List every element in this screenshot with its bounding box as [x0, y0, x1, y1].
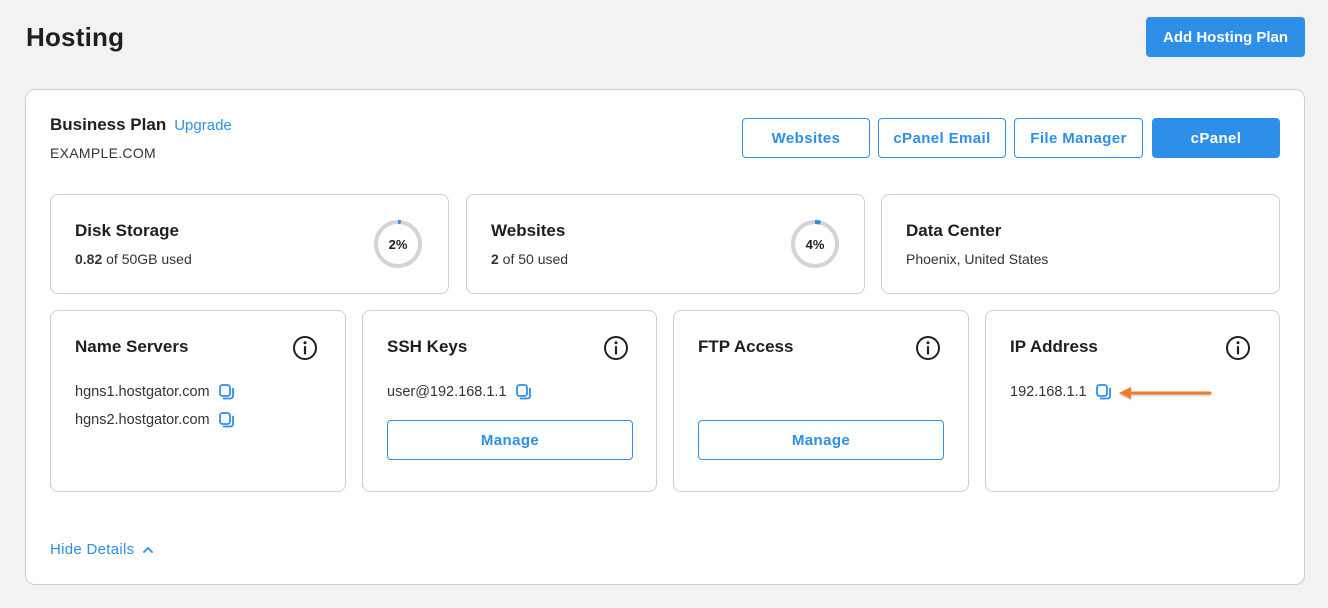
- ftp-access-title: FTP Access: [698, 337, 794, 356]
- hide-details-label: Hide Details: [50, 541, 135, 558]
- ssh-key-value: user@192.168.1.1: [387, 384, 507, 400]
- name-servers-title: Name Servers: [75, 337, 189, 356]
- websites-usage-percent: 4%: [805, 236, 825, 252]
- data-center-location: Phoenix, United States: [906, 251, 1049, 267]
- name-servers-tile: Name Servers hgns1.hostgator.com hgns2.h…: [50, 310, 346, 492]
- plan-name: Business Plan: [50, 115, 167, 134]
- plan-header: Business Plan Upgrade: [50, 115, 232, 135]
- copy-icon[interactable]: [1095, 383, 1113, 401]
- ftp-access-tile: FTP Access Manage: [673, 310, 969, 492]
- copy-icon[interactable]: [218, 411, 236, 429]
- websites-used-value: 2: [491, 251, 499, 267]
- pointer-arrow-icon: [1119, 387, 1212, 399]
- data-center-tile: Data Center Phoenix, United States: [881, 194, 1280, 294]
- disk-usage-percent: 2%: [388, 236, 408, 252]
- copy-icon[interactable]: [515, 383, 533, 401]
- ip-address-title: IP Address: [1010, 337, 1098, 356]
- cpanel-button[interactable]: cPanel: [1152, 118, 1280, 158]
- ftp-manage-button[interactable]: Manage: [698, 420, 944, 460]
- cpanel-email-button[interactable]: cPanel Email: [878, 118, 1006, 158]
- info-icon[interactable]: [292, 335, 318, 361]
- disk-used-suffix: of 50GB used: [102, 251, 192, 267]
- name-server-row: hgns2.hostgator.com: [75, 411, 236, 429]
- name-server-row: hgns1.hostgator.com: [75, 383, 236, 401]
- ssh-key-row: user@192.168.1.1: [387, 383, 533, 401]
- info-icon[interactable]: [603, 335, 629, 361]
- add-hosting-plan-button[interactable]: Add Hosting Plan: [1146, 17, 1305, 57]
- data-center-title: Data Center: [906, 221, 1002, 240]
- ssh-manage-button[interactable]: Manage: [387, 420, 633, 460]
- disk-storage-title: Disk Storage: [75, 221, 179, 240]
- ip-address-row: 192.168.1.1: [1010, 383, 1113, 401]
- hosting-plan-card: Business Plan Upgrade EXAMPLE.COM Websit…: [25, 89, 1305, 585]
- plan-domain: EXAMPLE.COM: [50, 145, 156, 161]
- hide-details-toggle[interactable]: Hide Details: [50, 541, 154, 558]
- name-server-value: hgns1.hostgator.com: [75, 384, 210, 400]
- ssh-keys-title: SSH Keys: [387, 337, 468, 356]
- disk-used-value: 0.82: [75, 251, 103, 267]
- page-title: Hosting: [26, 22, 125, 52]
- disk-storage-tile: Disk Storage 0.82 of 50GB used 2%: [50, 194, 449, 294]
- copy-icon[interactable]: [218, 383, 236, 401]
- websites-usage: 2 of 50 used: [491, 251, 568, 267]
- info-icon[interactable]: [1225, 335, 1251, 361]
- websites-button[interactable]: Websites: [742, 118, 870, 158]
- file-manager-button[interactable]: File Manager: [1014, 118, 1143, 158]
- ip-address-value: 192.168.1.1: [1010, 384, 1087, 400]
- info-icon[interactable]: [915, 335, 941, 361]
- name-server-value: hgns2.hostgator.com: [75, 412, 210, 428]
- websites-tile: Websites 2 of 50 used 4%: [466, 194, 865, 294]
- disk-storage-usage: 0.82 of 50GB used: [75, 251, 192, 267]
- chevron-up-icon: [143, 546, 154, 553]
- websites-title: Websites: [491, 221, 566, 240]
- upgrade-link[interactable]: Upgrade: [174, 117, 232, 134]
- websites-used-suffix: of 50 used: [498, 251, 569, 267]
- ssh-keys-tile: SSH Keys user@192.168.1.1 Manage: [362, 310, 657, 492]
